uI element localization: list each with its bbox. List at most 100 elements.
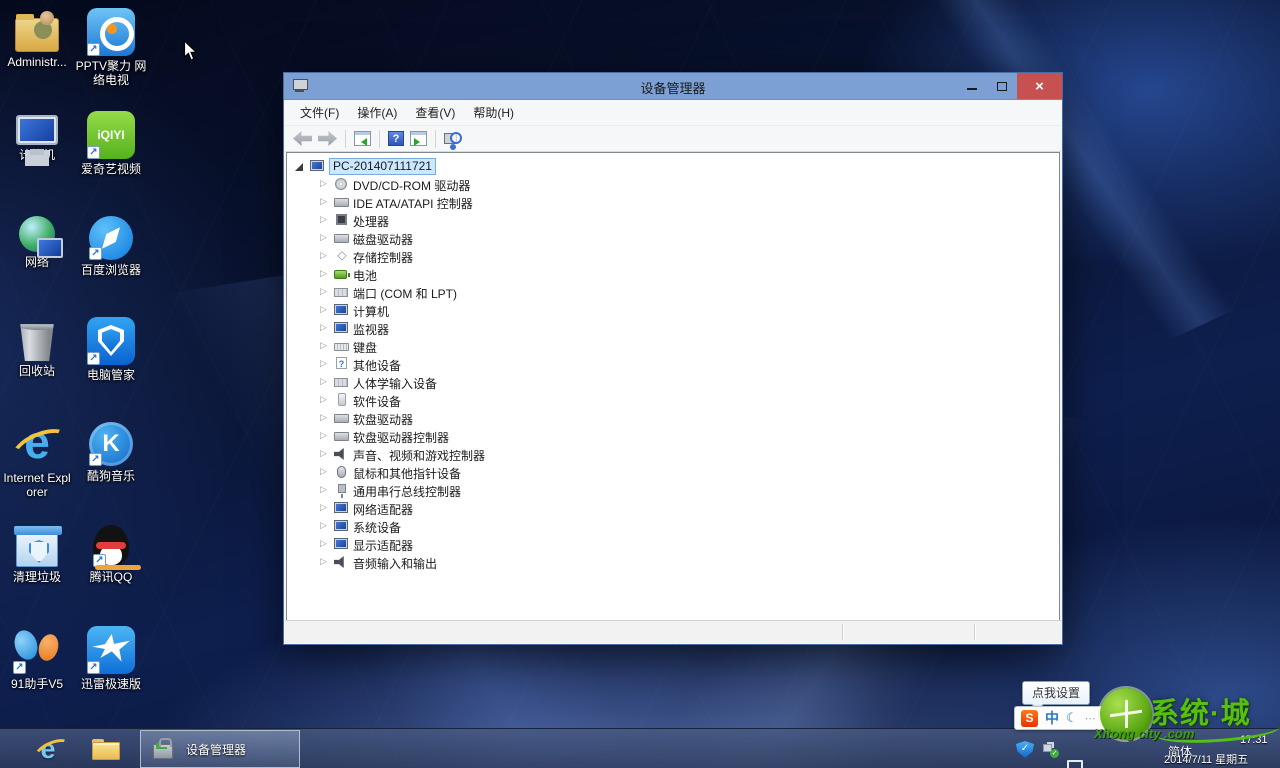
- usb-safe-remove-icon[interactable]: [1041, 741, 1059, 758]
- desktop-icon-administrator[interactable]: Administr...: [1, 8, 73, 69]
- expand-arrow-icon[interactable]: ▷: [320, 305, 328, 313]
- tree-item[interactable]: ▷端口 (COM 和 LPT): [287, 283, 1059, 301]
- tree-item[interactable]: ▷?其他设备: [287, 355, 1059, 373]
- ie-glyph: e: [13, 416, 61, 468]
- expand-arrow-icon[interactable]: ▷: [320, 197, 328, 205]
- desktop-icon-clean-trash[interactable]: 清理垃圾: [1, 523, 73, 584]
- tree-item[interactable]: ▷软件设备: [287, 391, 1059, 409]
- ime-bar[interactable]: S 中 ☾ ⋯: [1014, 706, 1142, 730]
- desktop-icon-qq[interactable]: ↗腾讯QQ: [75, 523, 147, 584]
- desktop-icon-baidu-browser[interactable]: ↗百度浏览器: [75, 214, 147, 277]
- minimize-button[interactable]: [957, 73, 987, 99]
- desktop-icon-pptv[interactable]: ↗PPTV聚力 网络电视: [75, 8, 147, 87]
- desktop-icon-iqiyi[interactable]: iQIYI↗爱奇艺视频: [75, 111, 147, 176]
- tree-root-item[interactable]: PC-201407111721: [287, 157, 1059, 175]
- menu-item-0[interactable]: 文件(F): [291, 100, 348, 125]
- desktop-icon-ie[interactable]: eInternet Explorer: [1, 420, 73, 499]
- expand-arrow-icon[interactable]: ▷: [320, 521, 328, 529]
- back-icon[interactable]: [293, 131, 312, 146]
- taskbar-device-manager-button[interactable]: 设备管理器: [140, 730, 300, 768]
- ports-icon: [334, 288, 348, 297]
- forward-icon[interactable]: [318, 131, 337, 146]
- sogou-ime-icon[interactable]: S: [1021, 710, 1038, 727]
- tree-item[interactable]: ▷人体学输入设备: [287, 373, 1059, 391]
- desktop-icon-91-assistant[interactable]: ↗91助手V5: [1, 626, 73, 691]
- computer-icon: [310, 160, 324, 171]
- ime-mode-chinese[interactable]: 中: [1045, 708, 1059, 728]
- menu-item-3[interactable]: 帮助(H): [464, 100, 523, 125]
- expand-arrow-icon[interactable]: ▷: [320, 413, 328, 421]
- device-tree[interactable]: PC-201407111721 ▷ DVD/CD-ROM 驱动器▷IDE ATA/A…: [286, 152, 1060, 621]
- menu-item-2[interactable]: 查看(V): [406, 100, 464, 125]
- expand-arrow-icon[interactable]: ▷: [320, 215, 328, 223]
- clock-time[interactable]: 17:31: [1240, 734, 1268, 746]
- taskbar-file-explorer-button[interactable]: [82, 729, 130, 768]
- expand-arrow-icon[interactable]: ▷: [320, 323, 328, 331]
- scan-hardware-changes-icon[interactable]: [444, 131, 462, 146]
- collapse-arrow-icon[interactable]: [295, 163, 303, 171]
- ime-more-icon[interactable]: ⋯: [1085, 712, 1096, 725]
- expand-arrow-icon[interactable]: ▷: [320, 557, 328, 565]
- expand-arrow-icon[interactable]: ▷: [320, 449, 328, 457]
- tree-item[interactable]: ▷监视器: [287, 319, 1059, 337]
- desktop-icon-recycle-bin[interactable]: 回收站: [1, 317, 73, 378]
- expand-arrow-icon[interactable]: ▷: [320, 431, 328, 439]
- tree-item[interactable]: ▷鼠标和其他指针设备: [287, 463, 1059, 481]
- desktop-icon-computer[interactable]: 计算机: [1, 111, 73, 162]
- expand-arrow-icon[interactable]: ▷: [320, 485, 328, 493]
- tree-item-label: 软盘驱动器: [353, 411, 413, 428]
- desktop-icon-network[interactable]: 网络: [1, 214, 73, 269]
- show-hide-console-tree-icon[interactable]: [354, 131, 371, 146]
- tree-item[interactable]: ▷显示适配器: [287, 535, 1059, 553]
- network-status-icon[interactable]: [1066, 758, 1084, 768]
- window-titlebar[interactable]: 设备管理器 ×: [284, 73, 1062, 100]
- expand-arrow-icon[interactable]: ▷: [320, 395, 328, 403]
- ime-tooltip[interactable]: 点我设置: [1022, 681, 1090, 705]
- desktop-icon-kugou[interactable]: K↗酷狗音乐: [75, 420, 147, 483]
- maximize-button[interactable]: [987, 73, 1017, 99]
- tree-item-label: 键盘: [353, 339, 377, 356]
- desktop-icon-label: PPTV聚力 网络电视: [75, 59, 147, 87]
- expand-arrow-icon[interactable]: ▷: [320, 233, 328, 241]
- expand-arrow-icon[interactable]: ▷: [320, 377, 328, 385]
- tree-item[interactable]: ▷IDE ATA/ATAPI 控制器: [287, 193, 1059, 211]
- tree-item[interactable]: ▷电池: [287, 265, 1059, 283]
- taskbar[interactable]: e 设备管理器: [0, 728, 1280, 768]
- taskbar-ie-button[interactable]: e: [24, 729, 72, 768]
- ime-moon-icon[interactable]: ☾: [1066, 710, 1078, 726]
- menu-item-1[interactable]: 操作(A): [348, 100, 406, 125]
- expand-arrow-icon[interactable]: ▷: [320, 539, 328, 547]
- tree-item[interactable]: ▷系统设备: [287, 517, 1059, 535]
- tree-item[interactable]: ▷音频输入和输出: [287, 553, 1059, 571]
- tree-item[interactable]: ▷◇存储控制器: [287, 247, 1059, 265]
- tree-item[interactable]: ▷软盘驱动器控制器: [287, 427, 1059, 445]
- expand-arrow-icon[interactable]: ▷: [320, 341, 328, 349]
- clock-date[interactable]: 2014/7/11 星期五: [1164, 751, 1248, 767]
- tree-item[interactable]: ▷声音、视频和游戏控制器: [287, 445, 1059, 463]
- tree-item[interactable]: ▷ 键盘: [287, 337, 1059, 355]
- tree-item-label: DVD/CD-ROM 驱动器: [353, 177, 470, 194]
- tree-item[interactable]: ▷计算机: [287, 301, 1059, 319]
- tree-item[interactable]: ▷ DVD/CD-ROM 驱动器: [287, 175, 1059, 193]
- monitor-icon: [334, 322, 348, 333]
- expand-arrow-icon[interactable]: ▷: [320, 179, 328, 187]
- tree-item[interactable]: ▷ 软盘驱动器: [287, 409, 1059, 427]
- tree-item[interactable]: ▷磁盘驱动器: [287, 229, 1059, 247]
- tree-item[interactable]: ▷ 通用串行总线控制器: [287, 481, 1059, 499]
- desktop-icon-thunder[interactable]: ↗迅雷极速版: [75, 626, 147, 691]
- desktop-icon-pc-manager[interactable]: ↗电脑管家: [75, 317, 147, 382]
- expand-arrow-icon[interactable]: ▷: [320, 467, 328, 475]
- expand-arrow-icon[interactable]: ▷: [320, 359, 328, 367]
- shortcut-arrow-icon: ↗: [87, 661, 100, 674]
- tree-item-label: 通用串行总线控制器: [353, 483, 461, 500]
- expand-arrow-icon[interactable]: ▷: [320, 287, 328, 295]
- expand-arrow-icon[interactable]: ▷: [320, 269, 328, 277]
- help-icon[interactable]: ?: [388, 131, 404, 146]
- tree-item[interactable]: ▷ 网络适配器: [287, 499, 1059, 517]
- close-button[interactable]: ×: [1017, 73, 1062, 99]
- expand-arrow-icon[interactable]: ▷: [320, 251, 328, 259]
- properties-icon[interactable]: [410, 131, 427, 146]
- tree-item-label: 网络适配器: [353, 501, 413, 518]
- tree-item[interactable]: ▷处理器: [287, 211, 1059, 229]
- expand-arrow-icon[interactable]: ▷: [320, 503, 328, 511]
